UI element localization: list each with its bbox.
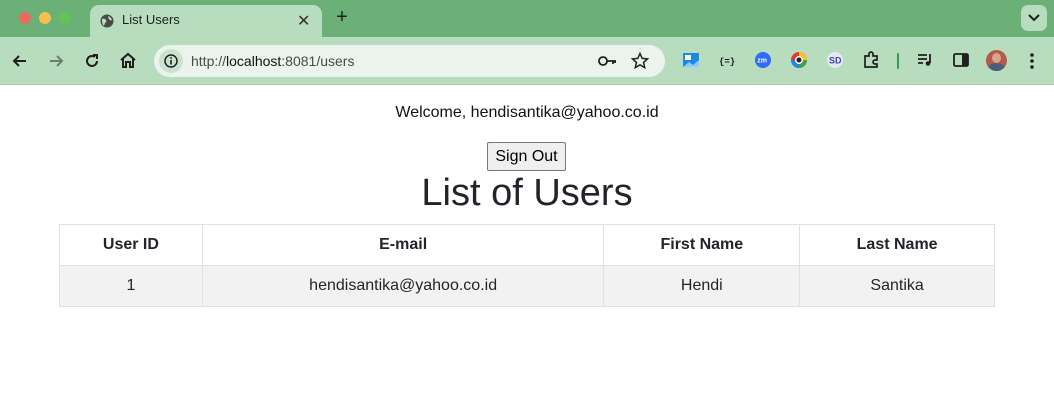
tab-strip: List Users ✕ + <box>0 0 1054 38</box>
zoom-extension-icon[interactable]: zm <box>754 51 772 69</box>
maximize-window-button[interactable] <box>59 12 71 24</box>
url-text: http://localhost:8081/users <box>191 53 354 69</box>
extension-1-icon[interactable] <box>682 51 700 69</box>
globe-icon <box>100 14 114 28</box>
url-path: :8081/users <box>281 53 355 69</box>
bookmark-star-icon[interactable] <box>631 52 649 70</box>
svg-text:{=}: {=} <box>719 57 735 67</box>
address-bar[interactable]: http://localhost:8081/users <box>154 45 665 77</box>
color-picker-extension-icon[interactable] <box>790 51 808 69</box>
column-header-email: E-mail <box>201 224 605 266</box>
reload-icon[interactable] <box>82 51 102 71</box>
table-header-row: User ID E-mail First Name Last Name <box>59 224 995 266</box>
tab-list-users[interactable]: List Users ✕ <box>90 5 322 38</box>
cell-first-name: Hendi <box>603 265 801 307</box>
users-table: User ID E-mail First Name Last Name 1 he… <box>59 224 995 307</box>
cell-last-name: Santika <box>799 265 995 307</box>
browser-toolbar: http://localhost:8081/users {=} zm SD <box>0 37 1054 85</box>
tab-search-button[interactable] <box>1021 5 1047 31</box>
tab-title: List Users <box>122 12 180 27</box>
profile-avatar[interactable] <box>986 50 1007 71</box>
toolbar-divider <box>897 53 899 69</box>
extension-5-icon[interactable]: SD <box>826 51 844 69</box>
sign-out-button[interactable]: Sign Out <box>487 142 566 171</box>
cell-email: hendisantika@yahoo.co.id <box>201 265 605 307</box>
site-info-icon <box>164 54 178 68</box>
svg-text:zm: zm <box>757 58 767 65</box>
json-extension-icon[interactable]: {=} <box>718 51 736 69</box>
side-panel-icon[interactable] <box>952 51 970 69</box>
close-window-button[interactable] <box>19 12 31 24</box>
site-info-button[interactable] <box>159 49 183 73</box>
extensions-icon[interactable] <box>862 51 880 69</box>
column-header-first-name: First Name <box>603 224 801 266</box>
back-icon[interactable] <box>10 51 30 71</box>
new-tab-button[interactable]: + <box>332 6 352 29</box>
url-scheme: http:// <box>191 53 227 69</box>
svg-text:SD: SD <box>829 56 842 66</box>
column-header-user-id: User ID <box>59 224 203 266</box>
welcome-message: Welcome, hendisantika@yahoo.co.id <box>395 104 659 121</box>
tab-close-icon[interactable]: ✕ <box>297 11 310 31</box>
password-key-icon[interactable] <box>598 53 618 69</box>
url-host: localhost <box>226 53 282 69</box>
menu-dots-icon[interactable] <box>1027 51 1037 71</box>
home-icon[interactable] <box>118 51 138 71</box>
reading-list-icon[interactable] <box>916 51 934 69</box>
minimize-window-button[interactable] <box>39 12 51 24</box>
column-header-last-name: Last Name <box>799 224 995 266</box>
page-title: List of Users <box>421 172 633 214</box>
cell-user-id: 1 <box>59 265 203 307</box>
forward-icon[interactable] <box>46 51 66 71</box>
page-content: Welcome, hendisantika@yahoo.co.id Sign O… <box>0 86 1054 411</box>
chevron-down-icon <box>1028 14 1040 22</box>
table-row: 1 hendisantika@yahoo.co.id Hendi Santika <box>59 265 995 307</box>
